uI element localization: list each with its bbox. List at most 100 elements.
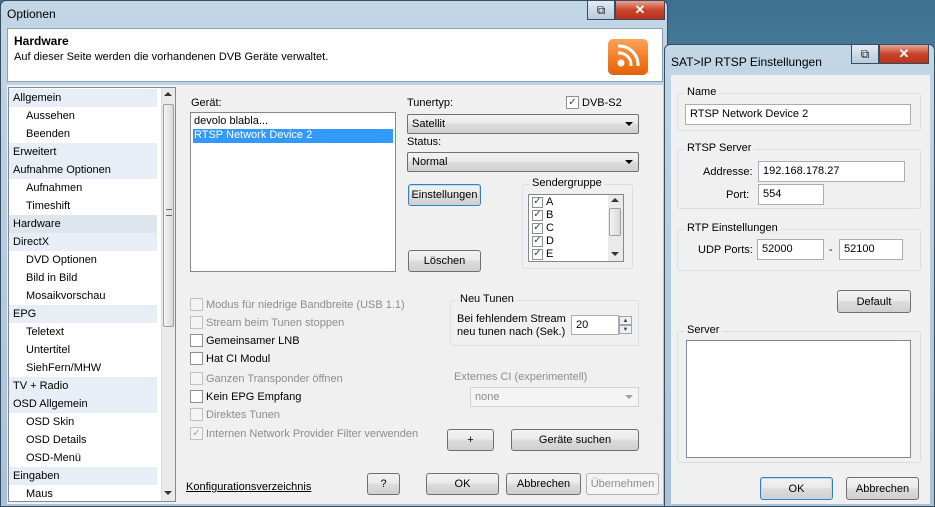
rtsp-window: SAT>IP RTSP Einstellungen ⧉ ✕ Name RTSP … xyxy=(664,44,935,507)
header-panel: Hardware Auf dieser Seite werden die vor… xyxy=(7,28,663,82)
option-checkbox[interactable]: Modus für niedrige Bandbreite (USB 1.1) xyxy=(190,298,405,311)
status-value: Normal xyxy=(412,156,448,168)
restore-button[interactable]: ⧉ xyxy=(851,45,879,64)
tree-subitem[interactable]: Aufnahmen xyxy=(9,179,157,197)
tree-category[interactable]: TV + Radio xyxy=(9,377,157,395)
option-checkbox[interactable]: ✓ Internen Network Provider Filter verwen… xyxy=(190,427,418,440)
checkbox-icon xyxy=(190,408,203,421)
tree-category[interactable]: Erweitert xyxy=(9,143,157,161)
tree-category[interactable]: Aufnahme Optionen xyxy=(9,161,157,179)
tree-subitem[interactable]: Timeshift xyxy=(9,197,157,215)
option-checkbox[interactable]: Hat CI Modul xyxy=(190,352,270,365)
tree-category[interactable]: OSD Allgemein xyxy=(9,395,157,413)
tree-subitem[interactable]: Untertitel xyxy=(9,341,157,359)
scroll-down-icon[interactable] xyxy=(611,252,619,256)
scroll-up-icon[interactable] xyxy=(164,92,172,96)
dvbs2-label: DVB-S2 xyxy=(582,96,622,109)
spin-down-icon[interactable]: ▼ xyxy=(619,325,632,334)
sendergruppe-label: C xyxy=(546,222,554,234)
checkbox-icon xyxy=(190,334,203,347)
device-item-selected[interactable]: RTSP Network Device 2 xyxy=(193,129,393,143)
scrollbar-thumb[interactable] xyxy=(163,104,174,327)
tree-category[interactable]: Allgemein xyxy=(9,89,157,107)
uebernehmen-button[interactable]: Übernehmen xyxy=(586,473,659,495)
geraete-suchen-button[interactable]: Geräte suchen xyxy=(511,429,639,451)
scroll-down-icon[interactable] xyxy=(164,491,172,495)
sendergruppe-checkbox[interactable]: ✓ E xyxy=(532,248,553,260)
address-input[interactable]: 192.168.178.27 xyxy=(758,161,905,182)
checkbox-icon xyxy=(190,316,203,329)
option-label: Internen Network Provider Filter verwend… xyxy=(206,427,419,440)
scrollbar-thumb[interactable] xyxy=(609,208,621,236)
loeschen-button[interactable]: Löschen xyxy=(408,250,481,272)
status-label: Status: xyxy=(407,136,442,148)
tree-subitem[interactable]: DVD Optionen xyxy=(9,251,157,269)
externes-ci-label: Externes CI (experimentell) xyxy=(454,371,588,383)
tree-subitem[interactable]: OSD-Menü xyxy=(9,449,157,467)
tree-subitem[interactable]: OSD Details xyxy=(9,431,157,449)
sendergruppe-scrollbar[interactable] xyxy=(608,195,623,261)
tree-subitem[interactable]: Mosaikvorschau xyxy=(9,287,157,305)
rtp-group-label: RTP Einstellungen xyxy=(684,222,781,234)
neu-tunen-text-2: neu tunen nach (Sek.) xyxy=(457,326,566,338)
tree-scrollbar[interactable] xyxy=(161,88,175,501)
option-checkbox[interactable]: Direktes Tunen xyxy=(190,408,280,421)
tunertype-select[interactable]: Satellit xyxy=(407,114,639,134)
chevron-down-icon xyxy=(625,122,633,126)
konfig-link[interactable]: Konfigurationsverzeichnis xyxy=(186,481,311,493)
status-select[interactable]: Normal xyxy=(407,152,639,172)
abbrechen-button[interactable]: Abbrechen xyxy=(506,473,581,495)
option-label: Ganzen Transponder öffnen xyxy=(206,372,343,385)
tree-subitem[interactable]: Aussehen xyxy=(9,107,157,125)
externes-ci-select[interactable]: none xyxy=(470,387,639,407)
rtsp-ok-button[interactable]: OK xyxy=(760,477,833,500)
category-tree[interactable]: Allgemein Aussehen Beenden Erweitert Aufnahm… xyxy=(8,87,176,502)
tree-category[interactable]: Eingaben xyxy=(9,467,157,485)
tree-category[interactable]: EPG xyxy=(9,305,157,323)
tree-category[interactable]: DirectX xyxy=(9,233,157,251)
server-list[interactable] xyxy=(686,340,911,458)
add-button[interactable]: + xyxy=(447,429,494,451)
sendergruppe-checkbox[interactable]: ✓ B xyxy=(532,209,553,221)
neu-tunen-seconds-input[interactable]: 20 xyxy=(571,315,619,335)
checkbox-icon xyxy=(190,372,203,385)
tree-subitem[interactable]: Maus xyxy=(9,485,157,501)
option-checkbox[interactable]: Stream beim Tunen stoppen xyxy=(190,316,344,329)
option-checkbox[interactable]: Gemeinsamer LNB xyxy=(190,334,300,347)
sendergruppe-label: E xyxy=(546,248,554,260)
sendergruppe-list[interactable]: ✓ A ✓ B ✓ C ✓ D ✓ E xyxy=(528,194,624,262)
close-button[interactable]: ✕ xyxy=(615,1,665,20)
sendergruppe-checkbox[interactable]: ✓ C xyxy=(532,222,554,234)
udp-from-input[interactable]: 52000 xyxy=(757,239,824,260)
name-input[interactable]: RTSP Network Device 2 xyxy=(685,104,911,125)
tree-category[interactable]: Hardware xyxy=(9,215,157,233)
default-button[interactable]: Default xyxy=(837,290,911,313)
option-checkbox[interactable]: Ganzen Transponder öffnen xyxy=(190,372,343,385)
option-label: Direktes Tunen xyxy=(206,408,280,421)
port-input[interactable]: 554 xyxy=(758,184,824,205)
einstellungen-button[interactable]: Einstellungen xyxy=(408,184,481,206)
rtsp-abbrechen-button[interactable]: Abbrechen xyxy=(846,477,919,500)
checkbox-icon xyxy=(190,352,203,365)
device-list[interactable]: devolo blabla... RTSP Network Device 2 xyxy=(190,112,396,272)
tree-subitem[interactable]: Beenden xyxy=(9,125,157,143)
sendergruppe-checkbox[interactable]: ✓ D xyxy=(532,235,554,247)
ok-button[interactable]: OK xyxy=(426,473,499,495)
option-checkbox[interactable]: Kein EPG Empfang xyxy=(190,390,301,403)
tree-subitem[interactable]: Teletext xyxy=(9,323,157,341)
tree-subitem[interactable]: SiehFern/MHW xyxy=(9,359,157,377)
close-icon: ✕ xyxy=(634,2,646,17)
spin-up-icon[interactable]: ▲ xyxy=(619,316,632,325)
udp-to-input[interactable]: 52100 xyxy=(839,239,903,260)
help-button[interactable]: ? xyxy=(367,473,400,495)
sendergruppe-label: Sendergruppe xyxy=(529,177,605,189)
sendergruppe-checkbox[interactable]: ✓ A xyxy=(532,196,553,208)
close-button[interactable]: ✕ xyxy=(879,45,929,64)
device-item[interactable]: devolo blabla... xyxy=(193,115,393,129)
scroll-up-icon[interactable] xyxy=(611,198,619,202)
dvbs2-checkbox[interactable]: ✓ DVB-S2 xyxy=(566,96,622,109)
tree-subitem[interactable]: Bild in Bild xyxy=(9,269,157,287)
restore-button[interactable]: ⧉ xyxy=(587,1,615,20)
tree-subitem[interactable]: OSD Skin xyxy=(9,413,157,431)
header-subtitle: Auf dieser Seite werden die vorhandenen … xyxy=(14,51,329,63)
